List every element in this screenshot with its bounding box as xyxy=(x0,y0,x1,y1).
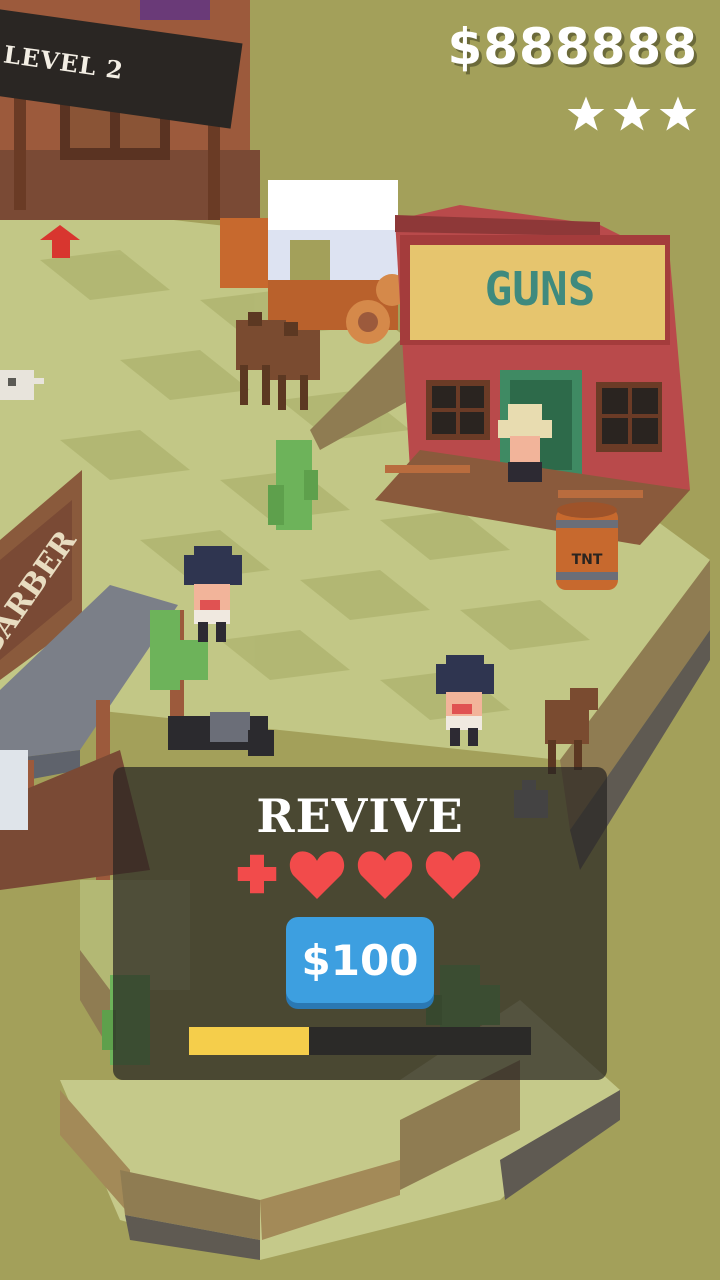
heart-icon xyxy=(289,851,345,899)
star-rating xyxy=(566,94,698,134)
plus-icon xyxy=(237,854,277,894)
revive-title: REVIVE xyxy=(256,789,464,843)
game-scene[interactable]: GUNS TNT BARBER xyxy=(0,0,720,1280)
heart-icon xyxy=(357,851,413,899)
guns-sign: GUNS xyxy=(485,262,596,316)
star-icon xyxy=(659,96,697,131)
hearts-row xyxy=(236,849,482,899)
level-label: LEVEL 2 xyxy=(1,39,126,85)
revive-purchase-button[interactable]: $100 xyxy=(286,917,434,1003)
guns-shop-building xyxy=(375,205,690,545)
tnt-barrel xyxy=(556,502,618,590)
star-icon xyxy=(567,96,605,131)
tnt-label: TNT xyxy=(572,552,603,568)
revive-timer-fill xyxy=(189,1027,309,1055)
black-horse xyxy=(168,712,274,756)
heart-icon xyxy=(425,851,481,899)
revive-dialog: REVIVE $100 xyxy=(113,767,607,1080)
revive-timer-bar xyxy=(189,1027,531,1055)
money-counter: $888888 xyxy=(447,18,698,76)
star-icon xyxy=(613,96,651,131)
